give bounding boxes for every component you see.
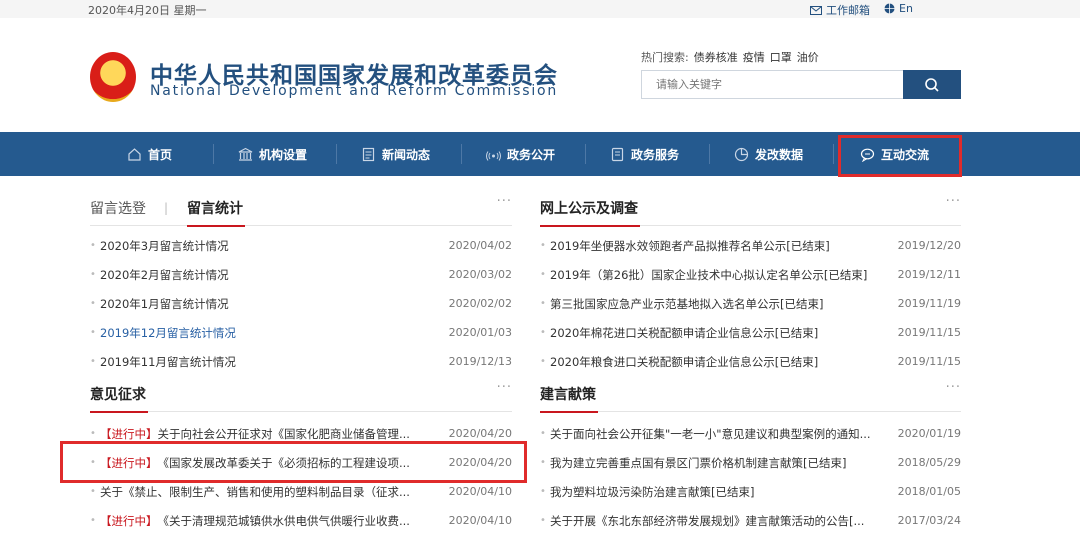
list-item[interactable]: • 2019年11月留言统计情况 2019/12/13 — [90, 347, 512, 376]
highlight-interaction-box — [838, 135, 962, 177]
work-mail-link[interactable]: 工作邮箱 — [810, 2, 870, 18]
panel-advice-header: 建言献策 ··· — [540, 380, 961, 413]
hot-keyword[interactable]: 口罩 — [770, 49, 792, 65]
list-item[interactable]: • 2020年粮食进口关税配额申请企业信息公示[已结束] 2019/11/15 — [540, 347, 961, 376]
more-button[interactable]: ··· — [946, 194, 961, 209]
english-label: En — [899, 2, 913, 15]
search-box — [641, 70, 961, 99]
search-button[interactable] — [903, 70, 961, 99]
globe-icon — [884, 3, 895, 14]
top-utility-bar: 2020年4月20日 星期一 工作邮箱 En — [0, 0, 1080, 18]
nav-label: 首页 — [148, 147, 173, 162]
english-link[interactable]: En — [884, 2, 913, 15]
nav-label: 政务公开 — [507, 147, 556, 162]
list-item[interactable]: • 2019年12月留言统计情况 2020/01/03 — [90, 318, 512, 347]
active-tab-underline — [187, 225, 245, 227]
hot-search: 热门搜索: 债券核准 疫情 口罩 油价 — [641, 49, 819, 65]
service-icon — [611, 147, 624, 161]
nav-label: 政务服务 — [631, 147, 680, 162]
nav-item-gov-service[interactable]: 政务服务 — [610, 132, 679, 176]
panel-messages-header: 留言选登 | 留言统计 ··· — [90, 194, 512, 227]
list-item[interactable]: • 2020年2月留言统计情况 2020/03/02 — [90, 260, 512, 289]
list-item[interactable]: • 第三批国家应急产业示范基地拟入选名单公示[已结束] 2019/11/19 — [540, 289, 961, 318]
list-item[interactable]: • 我为塑料垃圾污染防治建言献策[已结束] 2018/01/05 — [540, 477, 961, 506]
hot-keyword[interactable]: 债券核准 — [694, 49, 738, 65]
panel-advice-title[interactable]: 建言献策 — [540, 384, 596, 404]
nav-label: 机构设置 — [259, 147, 308, 162]
news-icon — [362, 147, 375, 161]
panel-public-title[interactable]: 网上公示及调查 — [540, 198, 638, 218]
list-item[interactable]: • 【进行中】 《关于清理规范城镇供水供电供气供暖行业收费... 2020/04/10 — [90, 506, 512, 535]
nav-item-data[interactable]: 发改数据 — [734, 132, 803, 176]
chart-icon — [734, 147, 749, 161]
list-item[interactable]: • 2020年1月留言统计情况 2020/02/02 — [90, 289, 512, 318]
tab-message-stats[interactable]: 留言统计 — [187, 198, 243, 218]
hot-keyword[interactable]: 油价 — [797, 49, 819, 65]
tab-divider: | — [164, 201, 169, 215]
highlight-opinion-row-box — [60, 441, 527, 483]
nav-item-news[interactable]: 新闻动态 — [361, 132, 430, 176]
search-icon — [925, 77, 939, 92]
nav-item-institution[interactable]: 机构设置 — [238, 132, 307, 176]
nav-label: 新闻动态 — [382, 147, 431, 162]
current-date: 2020年4月20日 星期一 — [88, 4, 207, 17]
list-item[interactable]: • 我为建立完善重点国有景区门票价格机制建言献策[已结束] 2018/05/29 — [540, 448, 961, 477]
more-button[interactable]: ··· — [497, 380, 512, 395]
nav-label: 发改数据 — [755, 147, 804, 162]
active-tab-underline — [90, 411, 148, 413]
site-title-en: National Development and Reform Commissi… — [150, 83, 559, 99]
panel-opinion-title[interactable]: 意见征求 — [90, 384, 146, 404]
list-item[interactable]: • 关于面向社会公开征集"一老一小"意见建议和典型案例的通知... 2020/01/… — [540, 419, 961, 448]
mail-icon — [810, 5, 822, 15]
mail-label: 工作邮箱 — [826, 4, 870, 17]
search-input[interactable] — [642, 71, 902, 98]
panel-public-header: 网上公示及调查 ··· — [540, 194, 961, 227]
hot-search-label: 热门搜索: — [641, 51, 689, 64]
broadcast-icon — [486, 150, 501, 161]
list-item[interactable]: • 2020年棉花进口关税配额申请企业信息公示[已结束] 2019/11/15 — [540, 318, 961, 347]
active-tab-underline — [540, 411, 598, 413]
panel-opinion-header: 意见征求 ··· — [90, 380, 512, 413]
list-item[interactable]: • 2019年坐便器水效领跑者产品拟推荐名单公示[已结束] 2019/12/20 — [540, 231, 961, 260]
tab-selected-messages[interactable]: 留言选登 — [90, 198, 146, 218]
list-item[interactable]: • 关于开展《东北东部经济带发展规划》建言献策活动的公告[... 2017/03/2… — [540, 506, 961, 535]
hot-keyword[interactable]: 疫情 — [743, 49, 765, 65]
institution-icon — [238, 147, 253, 161]
national-emblem-logo[interactable]: ★ — [90, 52, 136, 102]
more-button[interactable]: ··· — [497, 194, 512, 209]
nav-item-gov-affairs-open[interactable]: 政务公开 — [486, 132, 555, 176]
nav-item-home[interactable]: 首页 — [127, 132, 172, 176]
list-item[interactable]: • 2020年3月留言统计情况 2020/04/02 — [90, 231, 512, 260]
home-icon — [128, 147, 141, 161]
list-item[interactable]: • 2019年（第26批）国家企业技术中心拟认定名单公示[已结束] 2019/12/… — [540, 260, 961, 289]
more-button[interactable]: ··· — [946, 380, 961, 395]
active-tab-underline — [540, 225, 640, 227]
